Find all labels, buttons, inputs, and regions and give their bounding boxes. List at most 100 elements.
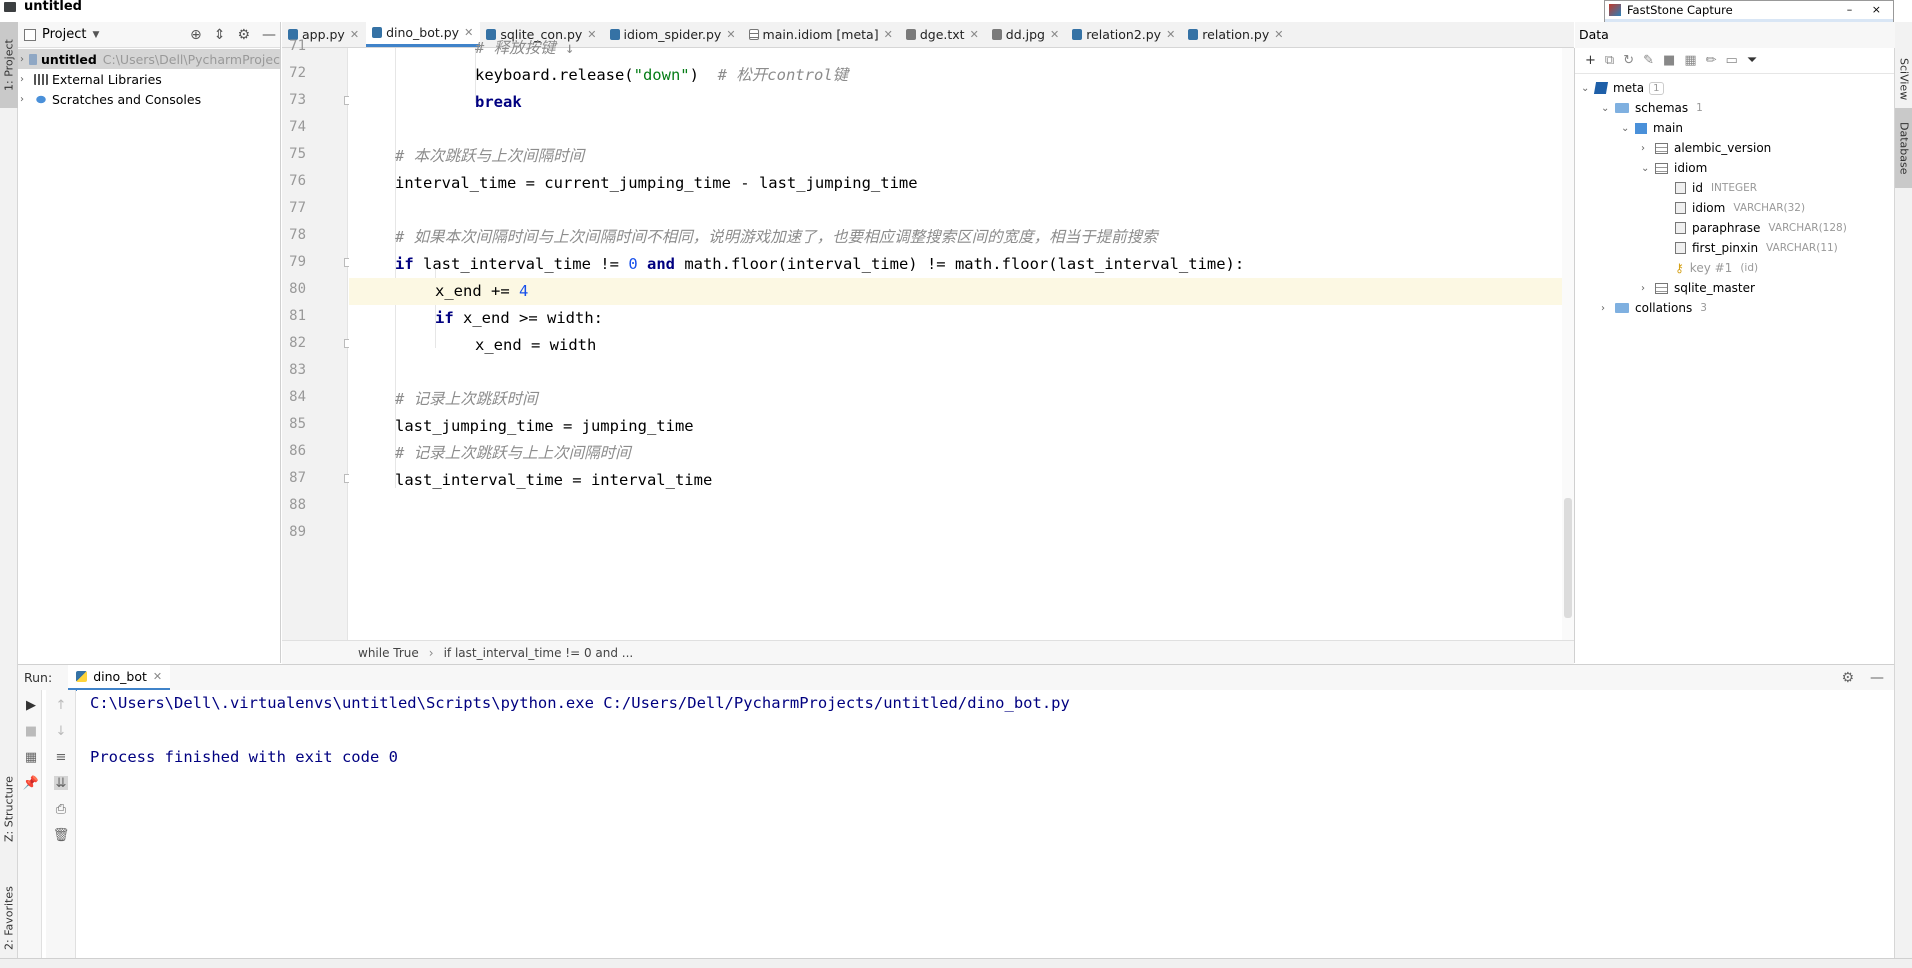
run-panel-header: Run: dino_bot ✕ ⚙ — xyxy=(18,664,1894,691)
status-bar xyxy=(0,958,1912,968)
db-column-id[interactable]: id INTEGER xyxy=(1675,178,1757,198)
tree-item-external-libraries[interactable]: › External Libraries xyxy=(20,69,162,89)
line-number: 82 xyxy=(289,335,306,351)
line-number: 84 xyxy=(289,389,306,405)
rerun-icon[interactable]: ▶ xyxy=(24,698,38,713)
chevron-right-icon[interactable]: › xyxy=(20,74,34,85)
stop-icon[interactable]: ■ xyxy=(24,724,38,739)
scrollbar-thumb[interactable] xyxy=(1564,498,1572,618)
project-view-icon xyxy=(24,28,36,41)
database-icon xyxy=(1593,82,1609,94)
line-number: 88 xyxy=(289,497,306,513)
db-column-first-pinxin[interactable]: first_pinxin VARCHAR(11) xyxy=(1675,238,1838,258)
add-icon[interactable]: + xyxy=(1585,53,1596,68)
code-line-78: # 如果本次间隔时间与上次间隔时间不相同，说明游戏加速了，也要相应调整搜索区间的… xyxy=(395,228,1158,246)
edit-icon[interactable]: ✏ xyxy=(1706,53,1717,68)
column-icon xyxy=(1675,242,1686,254)
gear-icon[interactable]: ⚙ xyxy=(1841,670,1854,686)
db-tree-meta[interactable]: ⌄ meta 1 xyxy=(1581,78,1664,98)
database-tool-tab[interactable]: Database xyxy=(1895,108,1912,188)
db-tree-main[interactable]: ⌄ main xyxy=(1621,118,1683,138)
code-line-84: # 记录上次跳跃时间 xyxy=(395,390,538,408)
db-tree-sqlite-master[interactable]: › sqlite_master xyxy=(1641,278,1755,298)
db-column-idiom[interactable]: idiom VARCHAR(32) xyxy=(1675,198,1805,218)
refresh-icon[interactable]: ↻ xyxy=(1623,53,1634,68)
chevron-right-icon[interactable]: › xyxy=(1641,283,1655,294)
edit-schema-icon[interactable]: ✎ xyxy=(1643,53,1654,68)
run-console[interactable]: C:\Users\Dell\.virtualenvs\untitled\Scri… xyxy=(77,690,1894,958)
line-number: 74 xyxy=(289,119,306,135)
project-view-selector[interactable]: Project xyxy=(42,27,86,42)
database-toolbar: + ⧉ ↻ ✎ ■ ▦ ✏ ▭ ⏷ xyxy=(1575,48,1894,74)
project-tool-tab[interactable]: 1: Project xyxy=(0,22,18,108)
up-arrow-icon[interactable]: ↑ xyxy=(54,698,68,713)
db-tree-idiom[interactable]: ⌄ idiom xyxy=(1641,158,1707,178)
minimize-icon[interactable]: — xyxy=(262,27,276,43)
console-icon[interactable]: ▭ xyxy=(1726,53,1738,68)
chevron-down-icon[interactable]: ▼ xyxy=(92,30,99,40)
table-view-icon[interactable]: ▦ xyxy=(1684,53,1696,68)
filter-icon[interactable]: ⏷ xyxy=(1747,53,1757,68)
chevron-down-icon[interactable]: ⌄ xyxy=(1641,163,1655,174)
favorites-tool-tab[interactable]: 2: Favorites xyxy=(0,868,18,968)
layout-icon[interactable]: ▦ xyxy=(24,750,38,765)
minimize-icon[interactable]: — xyxy=(1870,670,1884,686)
run-toolbar-secondary: ↑ ↓ ≡ ⇊ ⎙ 🗑 xyxy=(46,690,76,958)
window-title: untitled xyxy=(24,0,82,14)
code-line-76: interval_time = current_jumping_time - l… xyxy=(395,174,918,192)
code-line-73: break xyxy=(475,93,522,111)
faststone-logo-icon xyxy=(1609,4,1621,16)
editor-scrollbar[interactable] xyxy=(1562,48,1574,644)
chevron-right-icon[interactable]: › xyxy=(20,54,29,65)
column-icon xyxy=(1675,222,1686,234)
print-icon[interactable]: ⎙ xyxy=(54,802,68,817)
library-icon xyxy=(34,73,48,85)
db-column-paraphrase[interactable]: paraphrase VARCHAR(128) xyxy=(1675,218,1847,238)
column-icon xyxy=(1675,202,1686,214)
left-tool-strip: 1: Project Z: Structure 2: Favorites xyxy=(0,22,18,968)
chevron-down-icon[interactable]: ⌄ xyxy=(1581,83,1595,94)
tree-item-scratches[interactable]: › Scratches and Consoles xyxy=(20,89,201,109)
db-tree-alembic-version[interactable]: › alembic_version xyxy=(1641,138,1771,158)
code-line-81: if x_end >= width: xyxy=(435,309,603,327)
trash-icon[interactable]: 🗑 xyxy=(53,828,70,843)
sciview-tool-tab[interactable]: SciView xyxy=(1895,44,1912,114)
close-icon[interactable]: ✕ xyxy=(153,670,162,683)
key-icon: ⚷ xyxy=(1675,261,1684,275)
chevron-right-icon[interactable]: › xyxy=(1641,143,1655,154)
scroll-to-end-icon[interactable]: ⇊ xyxy=(54,776,68,791)
pin-icon[interactable]: 📌 xyxy=(23,776,39,791)
code-line-82: x_end = width xyxy=(475,336,597,354)
db-key[interactable]: ⚷ key #1 (id) xyxy=(1675,258,1758,278)
chevron-right-icon[interactable]: › xyxy=(20,94,34,105)
breadcrumb-item[interactable]: while True xyxy=(358,646,419,660)
breadcrumb-item[interactable]: if last_interval_time != 0 and ... xyxy=(444,646,634,660)
db-tree-schemas[interactable]: ⌄ schemas 1 xyxy=(1601,98,1703,118)
down-arrow-icon[interactable]: ↓ xyxy=(54,724,68,739)
db-tree-collations[interactable]: › collations 3 xyxy=(1601,298,1707,318)
gear-icon[interactable]: ⚙ xyxy=(237,27,250,43)
run-tab-dino-bot[interactable]: dino_bot ✕ xyxy=(68,664,171,691)
code-line-80-current: x_end += 4 xyxy=(349,278,1574,305)
line-number: 71 xyxy=(289,38,306,54)
locate-icon[interactable]: ⊕ xyxy=(190,27,202,43)
tree-item-untitled[interactable]: › untitled C:\Users\Dell\PycharmProjec xyxy=(18,49,280,69)
soft-wrap-icon[interactable]: ≡ xyxy=(54,750,68,765)
chevron-down-icon[interactable]: ⌄ xyxy=(1601,103,1615,114)
collapse-all-icon[interactable]: ⇕ xyxy=(214,27,226,43)
line-number: 72 xyxy=(289,65,306,81)
tree-item-label: Scratches and Consoles xyxy=(52,91,202,107)
faststone-window-controls[interactable]: – × xyxy=(1847,1,1889,19)
tree-item-label: untitled xyxy=(41,51,97,67)
code-editor[interactable]: # 释放按键 ↓ keyboard.release("down") # 松开co… xyxy=(349,39,1574,644)
copy-icon[interactable]: ⧉ xyxy=(1605,53,1614,68)
line-number: 79 xyxy=(289,254,306,270)
line-number: 83 xyxy=(289,362,306,378)
chevron-down-icon[interactable]: ⌄ xyxy=(1621,123,1635,134)
structure-tool-tab[interactable]: Z: Structure xyxy=(0,764,18,854)
chevron-right-icon[interactable]: › xyxy=(1601,303,1615,314)
project-panel-header: Project ▼ ⊕ ⇕ ⚙ — xyxy=(18,22,280,48)
run-label: Run: xyxy=(24,670,53,685)
line-number: 80 xyxy=(289,281,306,297)
stop-icon[interactable]: ■ xyxy=(1663,53,1675,68)
